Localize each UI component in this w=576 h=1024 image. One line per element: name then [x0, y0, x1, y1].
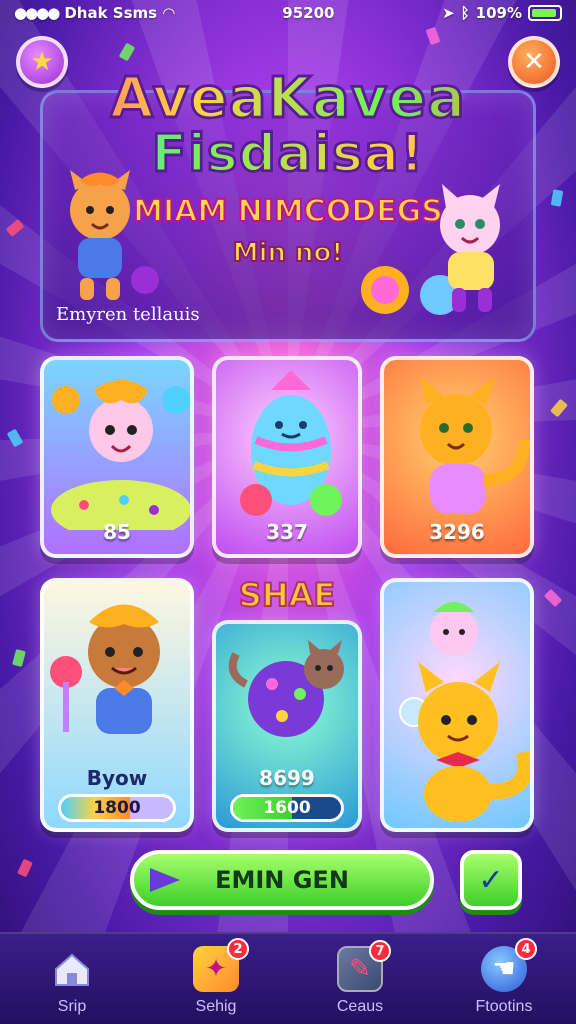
cards-icon: ✎ 7	[337, 940, 391, 992]
location-icon: ➤	[442, 4, 455, 22]
bluetooth-icon: ᛒ	[460, 4, 470, 22]
check-icon: ✓	[478, 862, 504, 898]
signal-icon: ●●●●	[14, 4, 60, 22]
home-icon	[49, 946, 95, 992]
gift-box-icon: ✦ 2	[193, 938, 249, 992]
nav-label-home: Srip	[57, 998, 87, 1015]
nav-item-cards[interactable]: ✎ 7 Ceaus	[288, 934, 432, 1024]
orange-cat-character	[420, 376, 530, 514]
card-4-bar-value: 1800	[93, 798, 141, 818]
carrier-name: Dhak Ssms	[64, 4, 158, 22]
rewards-orb-icon: ☚ 4	[481, 938, 537, 992]
nav-label-cards: Ceaus	[336, 998, 384, 1015]
character-card-3[interactable]: 3296	[380, 356, 534, 558]
nav-badge-cards: 7	[369, 940, 391, 962]
fox-mascot-left	[70, 170, 159, 300]
purple-ball-cat-character	[228, 640, 344, 737]
card-5-name: 8699	[259, 766, 315, 790]
confetti	[17, 858, 33, 878]
confetti	[118, 42, 136, 62]
nav-item-settings[interactable]: ✦ 2 Sehig	[144, 934, 288, 1024]
pink-cat-character	[51, 380, 190, 540]
confetti	[6, 428, 24, 448]
status-bar: ●●●● Dhak Ssms ◠ 95200 ➤ ᛒ 109%	[0, 0, 576, 26]
main-action-button[interactable]: EMIN GEN	[130, 850, 434, 910]
card-4-progress-bar: 1800	[58, 794, 176, 822]
confetti	[543, 588, 563, 608]
main-action-label: EMIN GEN	[215, 866, 349, 894]
nav-label-settings: Sehig	[195, 998, 237, 1015]
egg-character	[240, 370, 342, 516]
character-card-2[interactable]: 337	[212, 356, 362, 558]
cat-mascot-right	[361, 184, 500, 315]
card-4-name: Byow	[86, 766, 148, 790]
game-title-line1: AveaKavea	[0, 65, 576, 133]
battery-percent: 109%	[475, 4, 522, 22]
card-5-progress-bar: 1600	[230, 794, 344, 822]
wifi-icon: ◠	[163, 4, 175, 22]
status-time: 95200	[282, 4, 335, 22]
confetti	[425, 26, 441, 46]
nav-badge-settings: 2	[227, 938, 249, 960]
section-label: SHAE	[238, 575, 336, 615]
battery-icon	[528, 5, 562, 21]
nav-item-home[interactable]: Srip	[0, 934, 144, 1024]
character-card-5[interactable]: 8699 1600	[212, 620, 362, 832]
bear-character	[50, 604, 160, 734]
character-card-4[interactable]: Byow 1800	[40, 578, 194, 832]
bottom-navigation: Srip ✦ 2 Sehig ✎ 7 Ceaus ☚ 4 Ftootins	[0, 932, 576, 1024]
play-arrow-icon	[150, 868, 180, 892]
card-1-value: 85	[103, 520, 131, 544]
confetti	[12, 648, 26, 668]
card-2-value: 337	[266, 520, 308, 544]
card-5-bar-value: 1600	[263, 798, 311, 818]
confetti	[550, 398, 568, 418]
yellow-cat-character	[399, 602, 530, 822]
character-card-1[interactable]: 85	[40, 356, 194, 558]
card-3-value: 3296	[429, 520, 485, 544]
character-card-6[interactable]	[380, 578, 534, 832]
nav-badge-rewards: 4	[515, 938, 537, 960]
nav-label-rewards: Ftootins	[475, 998, 533, 1015]
nav-item-rewards[interactable]: ☚ 4 Ftootins	[432, 934, 576, 1024]
confirm-button[interactable]: ✓	[460, 850, 522, 910]
